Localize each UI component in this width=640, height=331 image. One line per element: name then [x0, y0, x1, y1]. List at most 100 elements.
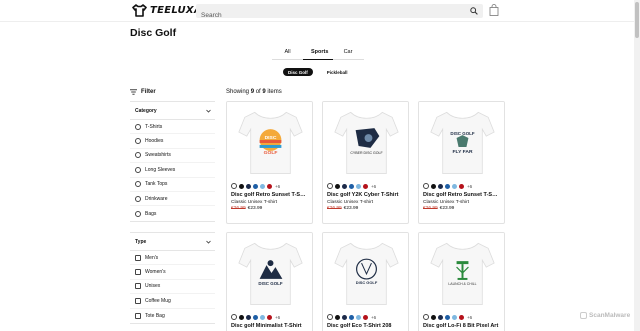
color-swatch[interactable]	[327, 183, 333, 189]
product-card[interactable]: LAUNCH & CHILL +6 Disc golf Lo-Fi 8 Bit Pi…	[418, 232, 505, 331]
more-colors-count[interactable]: +6	[371, 315, 376, 320]
color-swatch[interactable]	[260, 183, 265, 189]
shopping-bag-icon[interactable]	[489, 4, 499, 16]
color-swatch[interactable]	[431, 183, 436, 189]
product-image[interactable]: DISC GOLF	[323, 233, 408, 313]
product-name[interactable]: Disc golf Retro Sunset T-Shirt	[227, 190, 312, 198]
type-facet-header[interactable]: Type	[130, 233, 215, 251]
color-swatch[interactable]	[363, 183, 368, 189]
color-swatch[interactable]	[239, 183, 244, 189]
color-swatch[interactable]	[445, 314, 450, 320]
color-swatch[interactable]	[459, 314, 464, 320]
color-swatch[interactable]	[239, 314, 244, 320]
product-card[interactable]: CYBER DISC GOLF +6 Disc golf Y2K Cyber T-S…	[322, 101, 409, 224]
type-option[interactable]: Men's	[130, 251, 215, 266]
radio-button[interactable]	[135, 166, 141, 173]
chip-disc-golf[interactable]: Disc Golf	[283, 68, 313, 76]
color-swatch[interactable]	[253, 314, 258, 320]
chevron-down-icon[interactable]	[206, 109, 211, 113]
product-image[interactable]: LAUNCH & CHILL	[419, 233, 504, 313]
color-swatch[interactable]	[431, 314, 436, 320]
color-swatch[interactable]	[231, 183, 237, 189]
type-option[interactable]: Unisex	[130, 280, 215, 295]
tab-all[interactable]: All	[272, 48, 303, 60]
radio-button[interactable]	[135, 152, 141, 159]
color-swatch[interactable]	[349, 314, 354, 320]
chevron-down-icon[interactable]	[206, 240, 211, 244]
type-option[interactable]: Tote Bag	[130, 309, 215, 323]
scrollbar-thumb[interactable]	[635, 2, 639, 38]
type-option[interactable]: Coffee Mug	[130, 294, 215, 309]
product-image[interactable]: DISC GOLF FLY FAR	[419, 102, 504, 182]
more-colors-count[interactable]: +6	[467, 184, 472, 189]
color-swatch[interactable]	[452, 314, 457, 320]
radio-button[interactable]	[135, 123, 141, 130]
product-card[interactable]: DISC GOLF +6 Disc golf Eco T-Shirt 208	[322, 232, 409, 331]
color-swatch[interactable]	[363, 314, 368, 320]
color-swatch[interactable]	[253, 183, 258, 189]
product-card[interactable]: DISC GOLF +6 Disc golf Minimalist T-Shirt	[226, 232, 313, 331]
color-swatch[interactable]	[459, 183, 464, 189]
category-option[interactable]: Hoodies	[130, 134, 215, 149]
more-colors-count[interactable]: +6	[275, 184, 280, 189]
color-swatch[interactable]	[438, 314, 443, 320]
color-swatch[interactable]	[423, 183, 429, 189]
more-colors-count[interactable]: +6	[371, 184, 376, 189]
color-swatch[interactable]	[438, 183, 443, 189]
category-option[interactable]: Long Sleeves	[130, 163, 215, 178]
chip-pickleball[interactable]: Pickleball	[322, 68, 353, 76]
type-option[interactable]: Women's	[130, 265, 215, 280]
product-image[interactable]: CYBER DISC GOLF	[323, 102, 408, 182]
category-option[interactable]: Sweatshirts	[130, 149, 215, 164]
color-swatch[interactable]	[231, 314, 237, 320]
category-option[interactable]: Drinkware	[130, 192, 215, 207]
search-bar[interactable]	[196, 4, 483, 23]
color-swatch[interactable]	[327, 314, 333, 320]
checkbox[interactable]	[135, 254, 141, 261]
product-card[interactable]: DISC GOLF +6 Disc golf Retro Sunset T-Shirt…	[226, 101, 313, 224]
category-option[interactable]: T-Shirts	[130, 120, 215, 135]
radio-button[interactable]	[135, 181, 141, 188]
search-input[interactable]	[196, 8, 456, 23]
color-swatch[interactable]	[356, 183, 361, 189]
color-swatch[interactable]	[342, 183, 347, 189]
checkbox[interactable]	[135, 269, 141, 276]
color-swatch[interactable]	[445, 183, 450, 189]
more-colors-count[interactable]: +6	[467, 315, 472, 320]
color-swatch[interactable]	[267, 183, 272, 189]
product-image[interactable]: DISC GOLF	[227, 102, 312, 182]
tab-car[interactable]: Car	[333, 48, 363, 60]
brand-logo[interactable]: TEELUXA	[132, 4, 202, 17]
product-image[interactable]: DISC GOLF	[227, 233, 312, 313]
color-swatch[interactable]	[452, 183, 457, 189]
radio-button[interactable]	[135, 195, 141, 202]
color-swatch[interactable]	[246, 314, 251, 320]
category-facet-header[interactable]: Category	[130, 102, 215, 120]
checkbox[interactable]	[135, 312, 141, 319]
category-option[interactable]: Bags	[130, 206, 215, 220]
more-colors-count[interactable]: +6	[275, 315, 280, 320]
product-card[interactable]: DISC GOLF FLY FAR +6 Disc golf Retro Sunset…	[418, 101, 505, 224]
color-swatch[interactable]	[356, 314, 361, 320]
product-name[interactable]: Disc golf Lo-Fi 8 Bit Pixel Art	[419, 321, 504, 329]
color-swatch[interactable]	[335, 183, 340, 189]
category-option[interactable]: Tank Tops	[130, 178, 215, 192]
color-swatch[interactable]	[267, 314, 272, 320]
color-swatch[interactable]	[342, 314, 347, 320]
product-name[interactable]: Disc golf Eco T-Shirt 208	[323, 321, 408, 329]
color-swatch[interactable]	[335, 314, 340, 320]
radio-button[interactable]	[135, 210, 141, 217]
product-name[interactable]: Disc golf Retro Sunset T-Shirt	[419, 190, 504, 198]
color-swatch[interactable]	[246, 183, 251, 189]
tab-sports[interactable]: Sports	[303, 48, 333, 60]
radio-button[interactable]	[135, 138, 141, 145]
product-name[interactable]: Disc golf Y2K Cyber T-Shirt	[323, 190, 408, 198]
search-icon[interactable]	[470, 7, 478, 15]
filter-header[interactable]: Filter	[130, 89, 156, 95]
page-scrollbar[interactable]	[634, 0, 640, 331]
checkbox[interactable]	[135, 297, 141, 304]
product-name[interactable]: Disc golf Minimalist T-Shirt	[227, 321, 312, 329]
checkbox[interactable]	[135, 283, 141, 290]
color-swatch[interactable]	[260, 314, 265, 320]
color-swatch[interactable]	[349, 183, 354, 189]
